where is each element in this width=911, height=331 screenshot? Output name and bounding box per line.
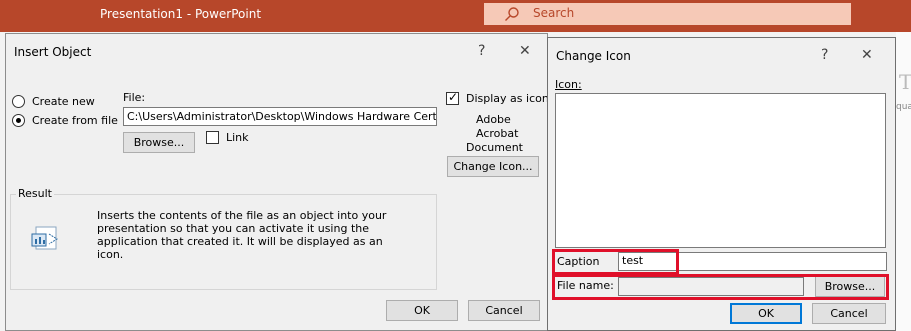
create-from-file-radio[interactable]	[12, 114, 25, 127]
display-as-icon-checkbox[interactable]	[446, 90, 459, 105]
icon-caption-line2: Acrobat	[476, 127, 519, 140]
file-name-highlight	[552, 274, 889, 300]
search-label: Search	[533, 6, 575, 20]
cancel-button[interactable]: Cancel	[812, 303, 886, 324]
search-icon	[505, 7, 519, 21]
change-icon-button[interactable]: Change Icon...	[447, 156, 539, 177]
close-icon[interactable]: ✕	[861, 47, 873, 63]
result-label: Result	[16, 187, 54, 200]
icon-caption-line1: Adobe	[476, 113, 511, 126]
display-as-icon-label[interactable]: Display as icon	[466, 92, 549, 105]
file-path-field[interactable]: C:\Users\Administrator\Desktop\Windows H…	[123, 107, 437, 126]
app-title: Presentation1 - PowerPoint	[100, 7, 262, 21]
app-titlebar: Presentation1 - PowerPoint Search	[0, 0, 911, 32]
embedded-object-icon	[31, 226, 58, 250]
icon-list[interactable]	[555, 93, 886, 248]
dialog-title: Change Icon	[556, 49, 631, 63]
ribbon-partial-text: qua	[896, 102, 911, 112]
file-label: File:	[123, 91, 146, 104]
create-from-file-label[interactable]: Create from file	[32, 114, 118, 127]
change-icon-dialog: Change Icon ? ✕ Icon: Caption test File …	[547, 37, 896, 331]
caption-highlight	[552, 249, 679, 275]
dialog-title: Insert Object	[14, 45, 92, 59]
link-label[interactable]: Link	[226, 131, 249, 144]
icon-list-label: Icon:	[555, 78, 582, 91]
search-box[interactable]: Search	[484, 3, 851, 25]
help-icon[interactable]: ?	[478, 43, 485, 59]
result-description: Inserts the contents of the file as an o…	[97, 209, 387, 261]
ok-button[interactable]: OK	[730, 303, 802, 324]
help-icon[interactable]: ?	[821, 47, 828, 63]
icon-caption-line3: Document	[466, 141, 523, 154]
browse-button[interactable]: Browse...	[123, 132, 195, 153]
ok-button[interactable]: OK	[386, 300, 458, 321]
ribbon-partial-glyph: T	[899, 70, 911, 94]
close-icon[interactable]: ✕	[519, 43, 531, 59]
insert-object-dialog: Insert Object ? ✕ Create new Create from…	[5, 33, 549, 331]
cancel-button[interactable]: Cancel	[468, 300, 540, 321]
link-checkbox[interactable]	[206, 131, 219, 144]
create-new-radio[interactable]	[12, 95, 25, 108]
create-new-label[interactable]: Create new	[32, 95, 95, 108]
